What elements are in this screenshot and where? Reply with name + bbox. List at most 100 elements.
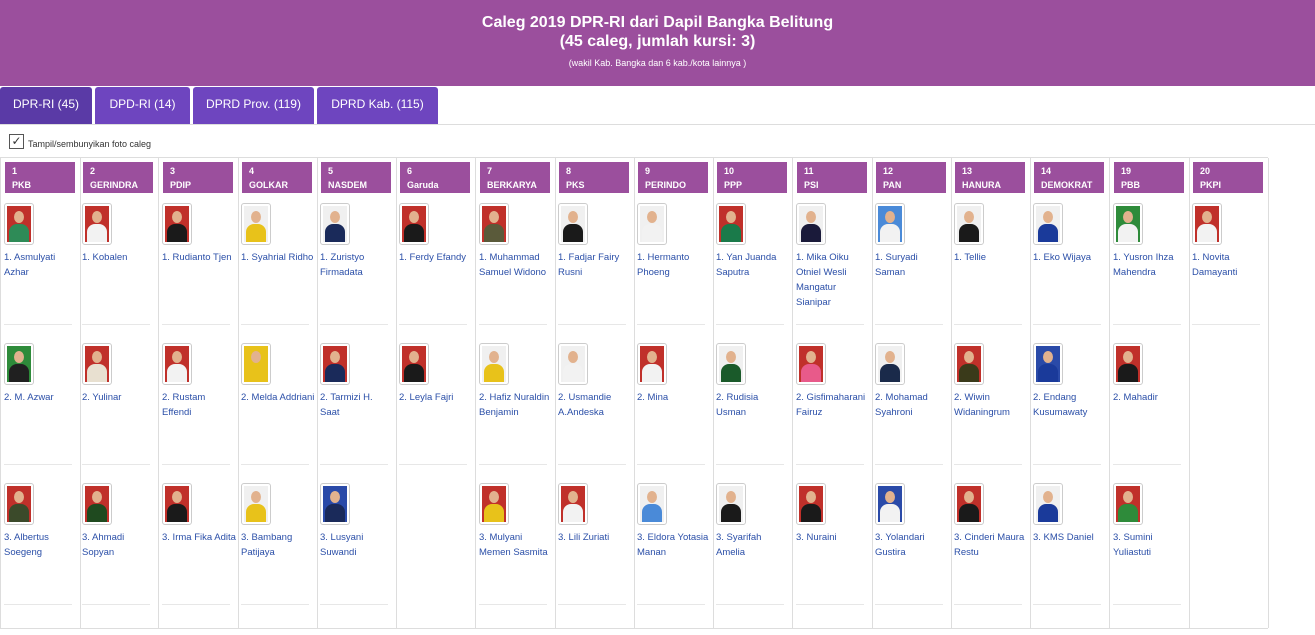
candidate-name-link[interactable]: 1. Zuristyo Firmadata bbox=[320, 250, 394, 280]
candidate-photo[interactable] bbox=[82, 483, 112, 525]
candidate-photo[interactable] bbox=[796, 203, 826, 245]
candidate-photo[interactable] bbox=[796, 343, 826, 385]
candidate-name-link[interactable]: 3. Irma Fika Adita bbox=[162, 530, 236, 545]
candidate-name-link[interactable]: 3. Mulyani Memen Sasmita bbox=[479, 530, 553, 560]
candidate-name-link[interactable]: 3. Sumini Yuliastuti bbox=[1113, 530, 1187, 560]
candidate-photo[interactable] bbox=[4, 343, 34, 385]
candidate-name-link[interactable]: 1. Tellie bbox=[954, 250, 1028, 265]
candidate-photo[interactable] bbox=[82, 203, 112, 245]
candidate-name-link[interactable]: 2. Gisfimaharani Fairuz bbox=[796, 390, 870, 420]
party-number: 19 bbox=[1121, 166, 1132, 176]
candidate-name-link[interactable]: 1. Rudianto Tjen bbox=[162, 250, 236, 265]
candidate-name-link[interactable]: 1. Eko Wijaya bbox=[1033, 250, 1107, 265]
candidate-photo[interactable] bbox=[558, 343, 588, 385]
candidate-photo[interactable] bbox=[82, 343, 112, 385]
candidate-photo[interactable] bbox=[1033, 483, 1063, 525]
candidate-photo[interactable] bbox=[716, 203, 746, 245]
candidate-photo[interactable] bbox=[479, 203, 509, 245]
candidate-photo[interactable] bbox=[954, 203, 984, 245]
candidate-photo[interactable] bbox=[637, 483, 667, 525]
tab-dprd-kab[interactable]: DPRD Kab. (115) bbox=[317, 87, 438, 124]
candidate-name-link[interactable]: 1. Suryadi Saman bbox=[875, 250, 949, 280]
candidate-name-link[interactable]: 3. Lili Zuriati bbox=[558, 530, 632, 545]
candidate-name-link[interactable]: 3. Albertus Soegeng bbox=[4, 530, 78, 560]
candidate-photo[interactable] bbox=[1033, 203, 1063, 245]
candidate-name-link[interactable]: 1. Fadjar Fairy Rusni bbox=[558, 250, 632, 280]
candidate-photo[interactable] bbox=[875, 483, 905, 525]
candidate-photo[interactable] bbox=[241, 203, 271, 245]
row-divider bbox=[1113, 604, 1181, 605]
candidate-name-link[interactable]: 3. KMS Daniel bbox=[1033, 530, 1107, 545]
candidate-photo-image bbox=[165, 206, 189, 242]
candidate-name-link[interactable]: 3. Ahmadi Sopyan bbox=[82, 530, 156, 560]
candidate-name-link[interactable]: 3. Nuraini bbox=[796, 530, 870, 545]
candidate-photo[interactable] bbox=[558, 203, 588, 245]
candidate-name-link[interactable]: 2. Tarmizi H. Saat bbox=[320, 390, 394, 420]
candidate-name-link[interactable]: 3. Yolandari Gustira bbox=[875, 530, 949, 560]
candidate-name-link[interactable]: 2. Rustam Effendi bbox=[162, 390, 236, 420]
candidate-photo[interactable] bbox=[954, 483, 984, 525]
candidate-photo[interactable] bbox=[241, 343, 271, 385]
candidate-photo[interactable] bbox=[1113, 483, 1143, 525]
candidate-photo[interactable] bbox=[162, 343, 192, 385]
candidate-photo[interactable] bbox=[1192, 203, 1222, 245]
tab-dpd-ri[interactable]: DPD-RI (14) bbox=[95, 87, 190, 124]
candidate-photo[interactable] bbox=[320, 483, 350, 525]
candidate-name-link[interactable]: 2. Hafiz Nuraldin Benjamin bbox=[479, 390, 553, 420]
candidate-photo[interactable] bbox=[875, 343, 905, 385]
candidate-name-link[interactable]: 1. Mika Oiku Otniel Wesli Mangatur Siani… bbox=[796, 250, 870, 310]
candidate-name-link[interactable]: 2. Mohamad Syahroni bbox=[875, 390, 949, 420]
candidate-name-link[interactable]: 1. Novita Damayanti bbox=[1192, 250, 1266, 280]
candidate-name-link[interactable]: 1. Yusron Ihza Mahendra bbox=[1113, 250, 1187, 280]
candidate-photo-image bbox=[402, 346, 426, 382]
candidate-photo[interactable] bbox=[320, 203, 350, 245]
candidate-name-link[interactable]: 3. Bambang Patijaya bbox=[241, 530, 315, 560]
candidate-photo[interactable] bbox=[954, 343, 984, 385]
candidate-name-link[interactable]: 2. Usmandie A.Andeska bbox=[558, 390, 632, 420]
candidate-photo[interactable] bbox=[399, 343, 429, 385]
candidate-photo[interactable] bbox=[637, 203, 667, 245]
candidate-name-link[interactable]: 3. Lusyani Suwandi bbox=[320, 530, 394, 560]
candidate-name-link[interactable]: 3. Cinderi Maura Restu bbox=[954, 530, 1028, 560]
candidate-photo[interactable] bbox=[479, 343, 509, 385]
candidate-photo[interactable] bbox=[162, 203, 192, 245]
candidate-photo[interactable] bbox=[1113, 203, 1143, 245]
candidate-photo[interactable] bbox=[4, 203, 34, 245]
candidate-photo[interactable] bbox=[320, 343, 350, 385]
candidate-name-link[interactable]: 1. Syahrial Ridho bbox=[241, 250, 315, 265]
candidate-photo[interactable] bbox=[4, 483, 34, 525]
candidate-name-link[interactable]: 1. Kobalen bbox=[82, 250, 156, 265]
candidate-name-link[interactable]: 1. Muhammad Samuel Widono bbox=[479, 250, 553, 280]
candidate-name-link[interactable]: 3. Eldora Yotasia Manan bbox=[637, 530, 711, 560]
candidate-name-link[interactable]: 2. M. Azwar bbox=[4, 390, 78, 405]
candidate-photo[interactable] bbox=[558, 483, 588, 525]
candidate-name-link[interactable]: 2. Mahadir bbox=[1113, 390, 1187, 405]
candidate-photo[interactable] bbox=[875, 203, 905, 245]
photo-toggle-checkbox[interactable]: ✓ bbox=[9, 134, 24, 149]
candidate-photo[interactable] bbox=[479, 483, 509, 525]
tab-dpr-ri[interactable]: DPR-RI (45) bbox=[0, 87, 92, 124]
candidate-photo[interactable] bbox=[716, 343, 746, 385]
candidate-name-link[interactable]: 2. Endang Kusumawaty bbox=[1033, 390, 1107, 420]
candidate-name-link[interactable]: 1. Ferdy Efandy bbox=[399, 250, 473, 265]
tab-dprd-prov[interactable]: DPRD Prov. (119) bbox=[193, 87, 314, 124]
row-divider bbox=[4, 604, 72, 605]
candidate-name-link[interactable]: 2. Mina bbox=[637, 390, 711, 405]
candidate-photo[interactable] bbox=[637, 343, 667, 385]
candidate-name-link[interactable]: 2. Melda Addriani bbox=[241, 390, 315, 405]
candidate-photo[interactable] bbox=[241, 483, 271, 525]
candidate-photo[interactable] bbox=[1113, 343, 1143, 385]
candidate-name-link[interactable]: 2. Leyla Fajri bbox=[399, 390, 473, 405]
candidate-name-link[interactable]: 1. Asmulyati Azhar bbox=[4, 250, 78, 280]
candidate-photo[interactable] bbox=[1033, 343, 1063, 385]
candidate-photo[interactable] bbox=[399, 203, 429, 245]
candidate-name-link[interactable]: 3. Syarifah Amelia bbox=[716, 530, 790, 560]
candidate-name-link[interactable]: 2. Rudisia Usman bbox=[716, 390, 790, 420]
candidate-photo[interactable] bbox=[162, 483, 192, 525]
candidate-name-link[interactable]: 1. Hermanto Phoeng bbox=[637, 250, 711, 280]
candidate-photo[interactable] bbox=[796, 483, 826, 525]
candidate-name-link[interactable]: 1. Yan Juanda Saputra bbox=[716, 250, 790, 280]
candidate-photo[interactable] bbox=[716, 483, 746, 525]
candidate-name-link[interactable]: 2. Yulinar bbox=[82, 390, 156, 405]
candidate-name-link[interactable]: 2. Wiwin Widaningrum bbox=[954, 390, 1028, 420]
